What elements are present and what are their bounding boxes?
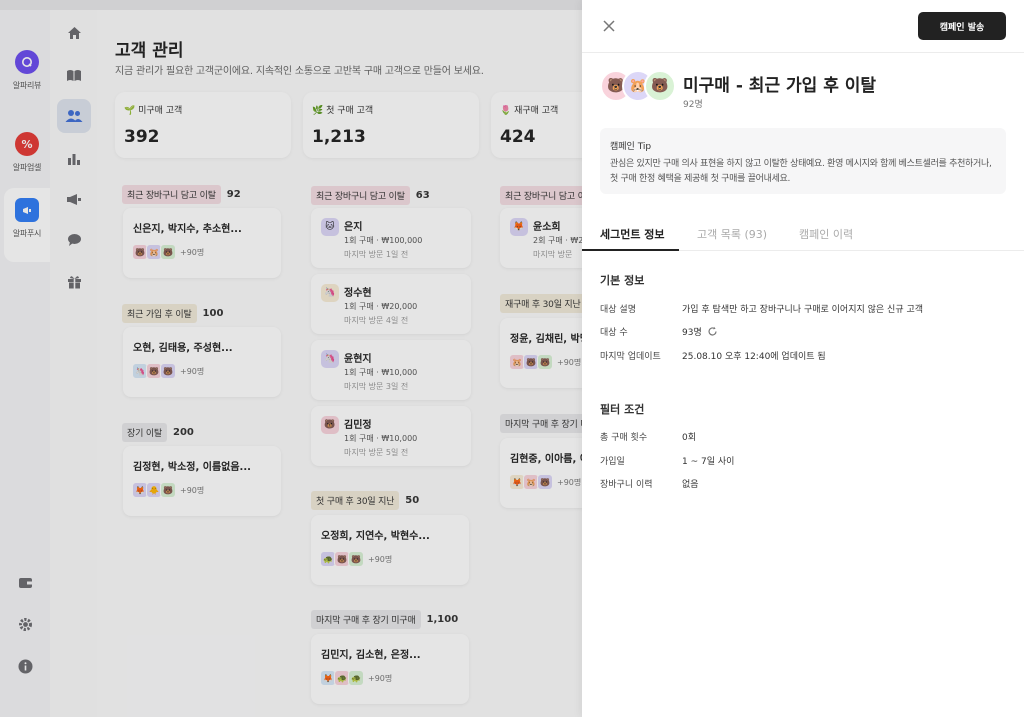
target-count: 93명 (682, 328, 702, 338)
field-value: 1 ~ 7일 사이 (682, 454, 734, 467)
field-label: 대상 설명 (600, 305, 636, 315)
send-campaign-button[interactable]: 캠페인 발송 (918, 12, 1006, 40)
refresh-icon[interactable] (707, 326, 718, 337)
campaign-tip-box: 캠페인 Tip 관심은 있지만 구매 의사 표현을 하지 않고 이탈한 상태예요… (600, 128, 1006, 194)
segment-count: 92명 (683, 100, 703, 110)
bear-avatar-icon: 🐻 (644, 70, 676, 102)
segment-detail-panel: 캠페인 발송 🐻 🐹 🐻 미구매 - 최근 가입 후 이탈 92명 캠페인 Ti… (582, 0, 1024, 717)
tip-body: 관심은 있지만 구매 의사 표현을 하지 않고 이탈한 상태예요. 환영 메시지… (610, 159, 992, 184)
field-label: 대상 수 (600, 328, 628, 338)
segment-title: 미구매 - 최근 가입 후 이탈 (683, 76, 877, 96)
cart-history: 없음 (682, 480, 699, 490)
header-divider (582, 52, 1024, 53)
field-label: 장바구니 이력 (600, 480, 653, 490)
active-tab-indicator (582, 249, 679, 251)
field-value: 가입 후 탐색만 하고 장바구니나 구매로 이어지지 않은 신규 고객 (682, 302, 923, 315)
field-value: 0회 (682, 430, 696, 443)
basic-info-title: 기본 정보 (600, 274, 645, 287)
field-value: 93명 (682, 325, 718, 338)
filter-conditions-title: 필터 조건 (600, 403, 645, 416)
field-label: 마지막 업데이트 (600, 352, 661, 362)
tip-title: 캠페인 Tip (610, 142, 652, 152)
tab-customer-list[interactable]: 고객 목록 (93) (697, 226, 767, 242)
tab-segment-info[interactable]: 세그먼트 정보 (600, 226, 665, 242)
close-icon[interactable] (600, 17, 618, 35)
field-label: 총 구매 횟수 (600, 433, 648, 443)
modal-backdrop[interactable] (0, 0, 582, 717)
segment-avatar-stack: 🐻 🐹 🐻 (600, 70, 676, 102)
field-value: 25.08.10 오후 12:40에 업데이트 됨 (682, 349, 826, 362)
field-value: 없음 (682, 477, 699, 490)
last-updated: 25.08.10 오후 12:40에 업데이트 됨 (682, 352, 826, 362)
field-label: 가입일 (600, 457, 625, 467)
signup-date: 1 ~ 7일 사이 (682, 457, 735, 467)
tab-campaign-history[interactable]: 캠페인 이력 (799, 226, 853, 242)
total-purchases: 0회 (682, 433, 697, 443)
target-description: 가입 후 탐색만 하고 장바구니나 구매로 이어지지 않은 신규 고객 (682, 305, 924, 315)
